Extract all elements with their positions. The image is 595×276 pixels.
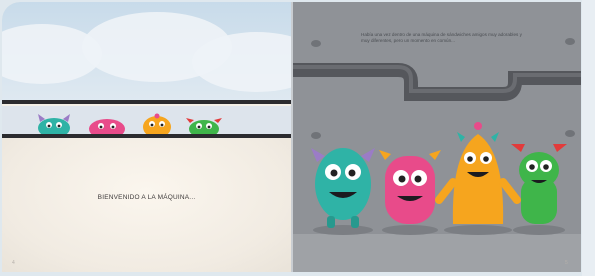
page-number-right: 5 bbox=[565, 260, 568, 266]
monster-group bbox=[311, 122, 567, 235]
peeking-monsters bbox=[38, 113, 222, 139]
book-edge bbox=[582, 0, 595, 276]
welcome-caption: BIENVENIDO A LA MÁQUINA... bbox=[97, 194, 196, 201]
page-number-left: 4 bbox=[12, 260, 15, 266]
pink-monster bbox=[379, 150, 441, 224]
divider-bar-top bbox=[2, 100, 291, 104]
orange-monster-peek bbox=[143, 113, 171, 138]
peek-band bbox=[2, 106, 291, 139]
pink-monster-peek bbox=[89, 119, 125, 139]
orange-monster bbox=[435, 122, 521, 224]
green-monster-peek bbox=[186, 118, 222, 138]
green-monster bbox=[511, 144, 567, 224]
lower-cloud-area bbox=[2, 138, 291, 272]
teal-monster-peek bbox=[38, 114, 70, 138]
left-page: BIENVENIDO A LA MÁQUINA... 4 bbox=[2, 2, 291, 272]
right-page: Había una vez dentro de una máquina de s… bbox=[293, 2, 581, 272]
teal-monster bbox=[311, 148, 375, 228]
book-spread: BIENVENIDO A LA MÁQUINA... 4 Había una v… bbox=[0, 0, 595, 276]
